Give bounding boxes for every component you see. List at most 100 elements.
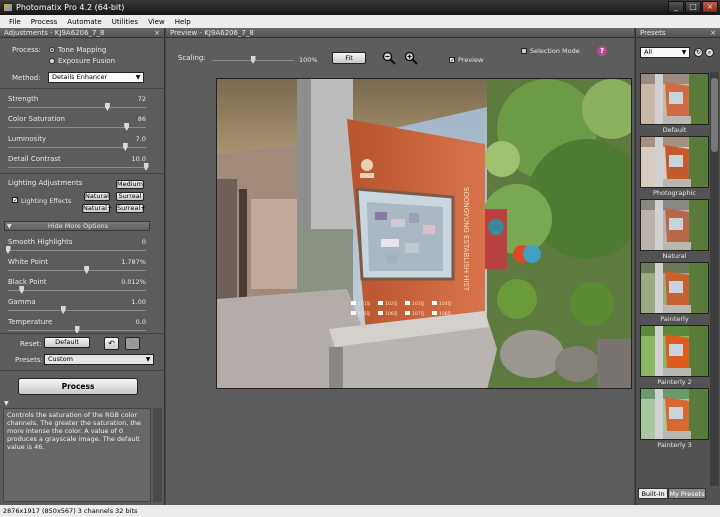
- medium-button[interactable]: Medium: [116, 180, 144, 189]
- menu-file[interactable]: File: [4, 18, 26, 26]
- surreal-plus-button[interactable]: Surreal+: [116, 204, 146, 213]
- app-icon: [3, 3, 13, 12]
- slider-value: 1.787%: [121, 258, 146, 266]
- scaling-slider-thumb[interactable]: [250, 56, 256, 64]
- exposure-fusion-radio[interactable]: [49, 58, 55, 64]
- redo-icon[interactable]: ↷: [125, 337, 140, 350]
- zoom-out-icon[interactable]: [382, 51, 396, 65]
- maximize-icon[interactable]: □: [685, 1, 701, 13]
- process-button[interactable]: Process: [18, 378, 138, 395]
- reset-label: Reset:: [20, 340, 42, 348]
- slider-thumb[interactable]: [84, 266, 90, 274]
- undo-icon[interactable]: ↶: [104, 337, 119, 350]
- status-bar: 2876x1917 (850x567) 3 channels 32 bits: [0, 505, 720, 517]
- status-text: 2876x1917 (850x567) 3 channels 32 bits: [3, 507, 138, 515]
- scaling-value: 100%: [299, 56, 318, 64]
- minimize-icon[interactable]: _: [668, 1, 684, 13]
- lighting-effects-checkbox[interactable]: ✓: [12, 197, 18, 204]
- divider: [0, 173, 164, 174]
- preview-image[interactable]: SOONGYUNG ESTABLISH HIST 101동 102동 103동 …: [216, 78, 632, 389]
- scrollbar-thumb[interactable]: [711, 78, 718, 152]
- slider-label: Strength: [8, 95, 39, 103]
- tone-mapping-radio[interactable]: [49, 47, 55, 53]
- reset-default-button[interactable]: Default: [44, 337, 90, 348]
- sign-row: 104동: [439, 301, 452, 307]
- preset-thumbnail[interactable]: [640, 73, 709, 125]
- slider-track[interactable]: [8, 270, 146, 271]
- fit-button[interactable]: Fit: [332, 52, 366, 64]
- panel-close-icon[interactable]: ×: [710, 28, 716, 38]
- presets-select[interactable]: Custom ▼: [44, 354, 154, 365]
- menu-process[interactable]: Process: [26, 18, 63, 26]
- sign-vertical-text: SOONGYUNG ESTABLISH HIST: [462, 187, 470, 292]
- presets-value: Custom: [48, 355, 73, 363]
- slider-thumb[interactable]: [60, 306, 66, 314]
- divider: [0, 370, 164, 371]
- slider-thumb[interactable]: [5, 246, 11, 254]
- slider-value: 7.0: [135, 135, 146, 143]
- preset-thumbnail[interactable]: [640, 199, 709, 251]
- slider-label: Luminosity: [8, 135, 47, 143]
- preset-thumbnail[interactable]: [640, 388, 709, 440]
- close-icon[interactable]: ×: [702, 1, 718, 13]
- slider-track[interactable]: [8, 290, 146, 291]
- exposure-fusion-label: Exposure Fusion: [58, 57, 116, 65]
- presets-scrollbar[interactable]: [710, 72, 719, 486]
- slider-label: Black Point: [8, 278, 47, 286]
- slider-thumb[interactable]: [19, 286, 25, 294]
- presets-filter-value: All: [644, 48, 653, 56]
- collapse-triangle-icon[interactable]: ▼: [4, 400, 9, 407]
- sign-row: 103동: [412, 301, 425, 307]
- menu-utilities[interactable]: Utilities: [107, 18, 143, 26]
- presets-header: Presets ×: [636, 28, 720, 38]
- slider-label: Gamma: [8, 298, 36, 306]
- divider: [0, 88, 164, 89]
- slider-track[interactable]: [8, 167, 146, 168]
- refresh-icon[interactable]: ↻: [694, 48, 703, 57]
- chevron-down-icon: ▼: [135, 74, 141, 81]
- presets-panel: Presets × All ▼ ↻ ⌕ Default Photographic N…: [635, 28, 720, 505]
- slider-thumb[interactable]: [143, 163, 149, 171]
- slider-track[interactable]: [8, 310, 146, 311]
- preset-thumbnail[interactable]: [640, 325, 709, 377]
- preview-checkbox[interactable]: ✓: [449, 57, 455, 64]
- help-info-text: Controls the saturation of the RGB color…: [7, 411, 141, 451]
- selection-mode-checkbox[interactable]: [521, 48, 527, 54]
- menu-help[interactable]: Help: [170, 18, 196, 26]
- menu-automate[interactable]: Automate: [62, 18, 106, 26]
- zoom-in-icon[interactable]: [404, 51, 418, 65]
- preset-thumbnail[interactable]: [640, 262, 709, 314]
- tab-my-presets[interactable]: My Presets: [668, 488, 706, 499]
- slider-track[interactable]: [8, 250, 146, 251]
- window-title: Photomatix Pro 4.2 (64-bit): [16, 3, 125, 12]
- preview-header: Preview - KJ9A6206_7_8: [166, 28, 634, 38]
- preset-label: Default: [662, 126, 687, 134]
- preset-thumbnail[interactable]: [640, 136, 709, 188]
- presets-filter-select[interactable]: All ▼: [640, 47, 690, 58]
- slider-thumb[interactable]: [124, 123, 130, 131]
- slider-thumb[interactable]: [104, 103, 110, 111]
- surreal-button[interactable]: Surreal: [116, 192, 144, 201]
- info-scrollbar[interactable]: [153, 408, 162, 502]
- hide-more-options-label: Hide More Options: [47, 222, 109, 230]
- selection-mode-label: Selection Mode: [530, 47, 580, 55]
- preset-label: Painterly: [660, 315, 689, 323]
- method-value: Details Enhancer: [52, 73, 108, 81]
- slider-track[interactable]: [8, 107, 146, 108]
- process-label: Process:: [12, 46, 41, 54]
- help-icon[interactable]: ?: [597, 46, 607, 56]
- natural-button[interactable]: Natural: [84, 192, 110, 201]
- search-icon[interactable]: ⌕: [705, 48, 714, 57]
- slider-value: 72: [137, 95, 146, 103]
- tone-mapping-label: Tone Mapping: [58, 46, 107, 54]
- menu-view[interactable]: View: [143, 18, 170, 26]
- panel-close-icon[interactable]: ×: [154, 28, 160, 38]
- lighting-title: Lighting Adjustments: [8, 179, 83, 187]
- slider-thumb[interactable]: [122, 143, 128, 151]
- sign-row: 105동: [358, 311, 371, 317]
- method-select[interactable]: Details Enhancer ▼: [48, 72, 144, 83]
- preset-label: Painterly 3: [657, 441, 692, 449]
- natural-plus-button[interactable]: Natural+: [82, 204, 112, 213]
- tab-built-in[interactable]: Built-In: [638, 488, 668, 499]
- hide-more-options-toggle[interactable]: ▼ Hide More Options: [4, 221, 150, 231]
